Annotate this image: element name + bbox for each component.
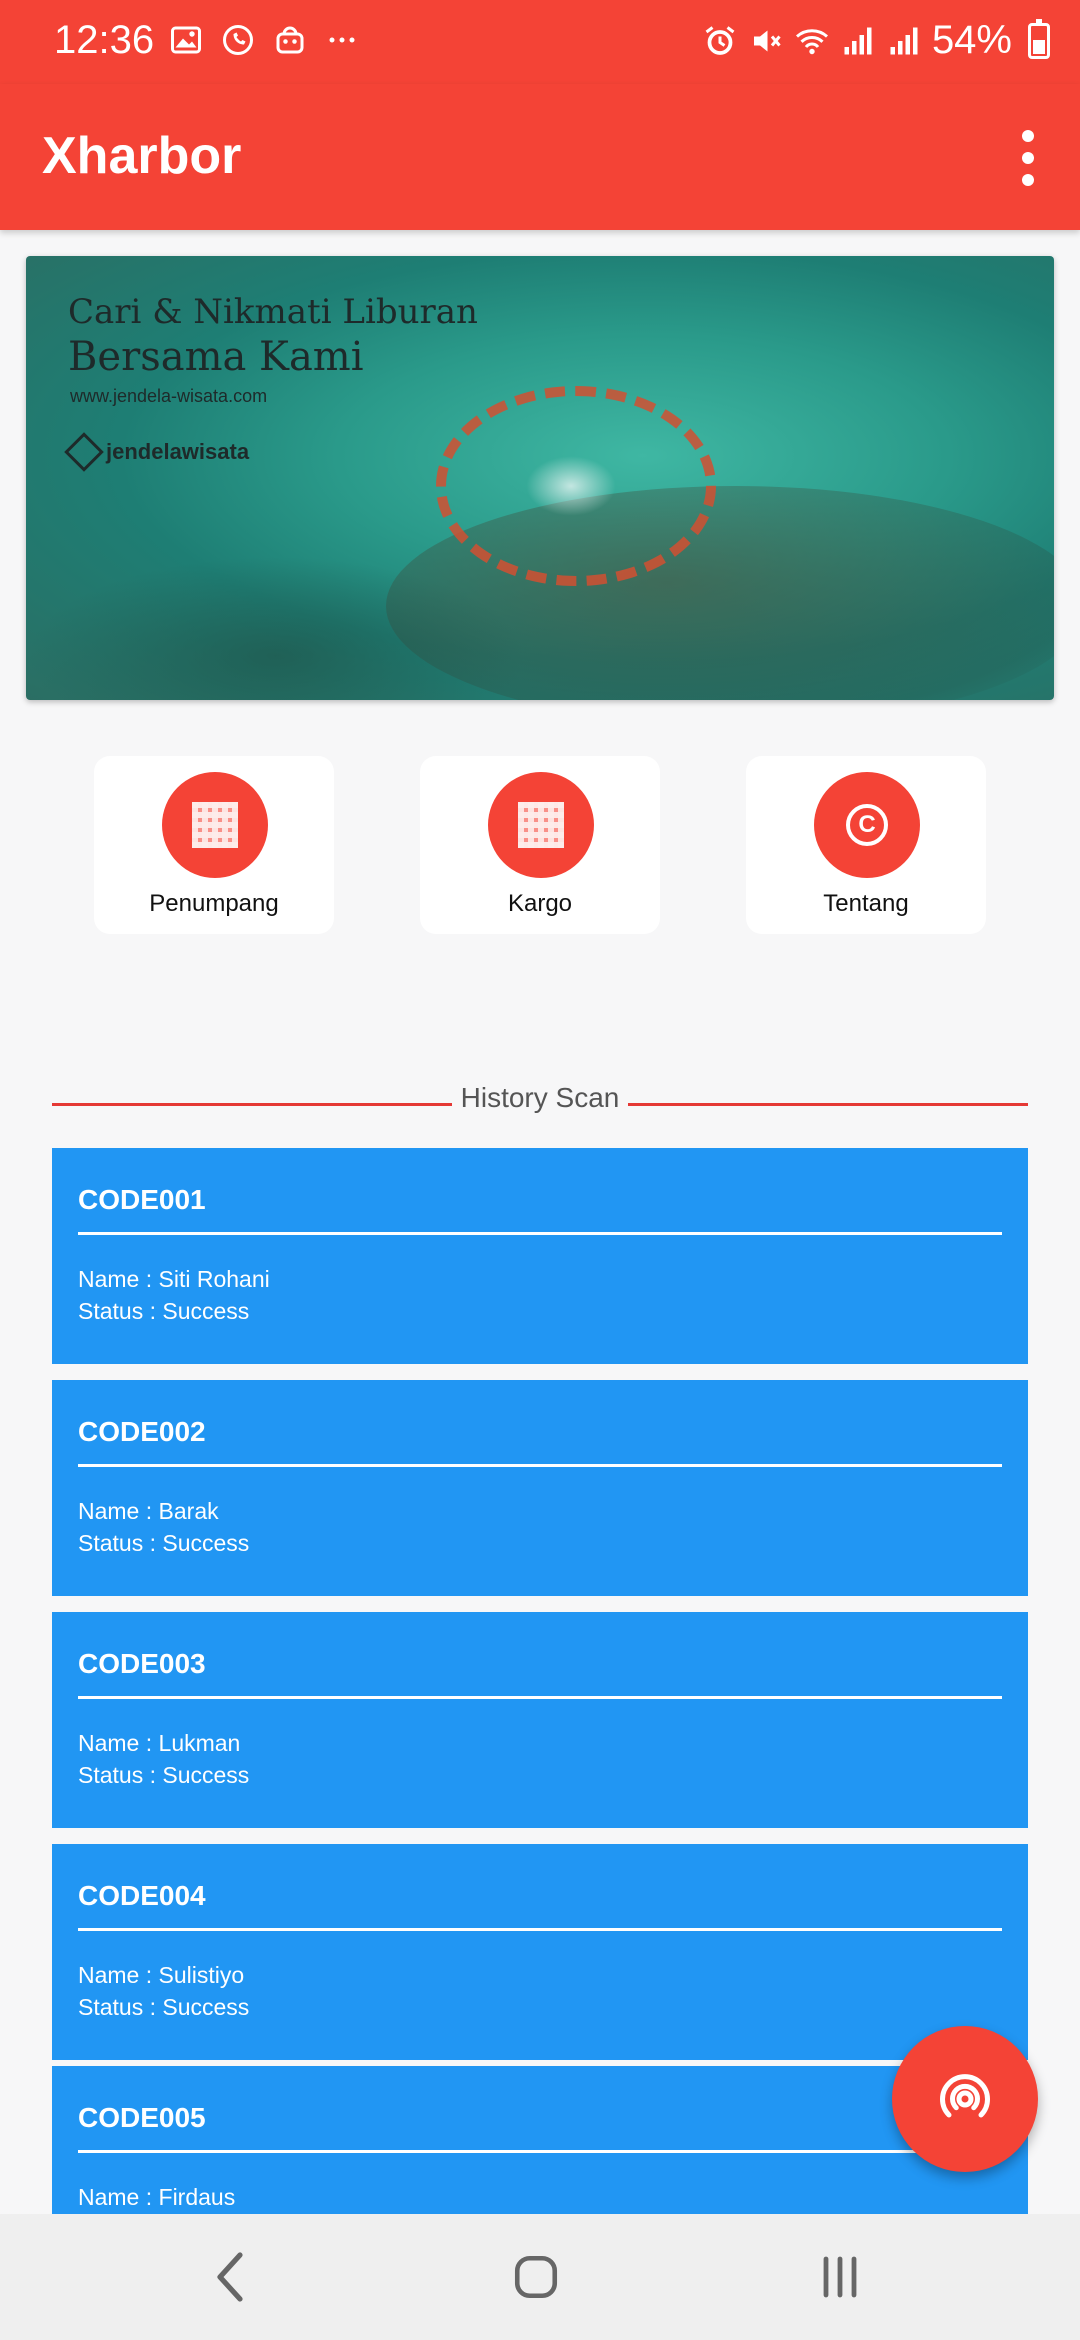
app-bar: Xharbor xyxy=(0,84,1080,230)
history-card[interactable]: CODE003 Name : Lukman Status : Success xyxy=(52,1612,1028,1828)
history-code: CODE004 xyxy=(78,1880,206,1911)
battery-icon xyxy=(1028,18,1050,59)
history-card[interactable]: CODE004 Name : Sulistiyo Status : Succes… xyxy=(52,1844,1028,2060)
history-code: CODE005 xyxy=(78,2102,206,2133)
banner-headline-2: Bersama Kami xyxy=(68,334,364,380)
menu-penumpang[interactable]: Penumpang xyxy=(94,756,334,934)
banner-url: www.jendela-wisata.com xyxy=(70,386,268,406)
history-card[interactable]: CODE002 Name : Barak Status : Success xyxy=(52,1380,1028,1596)
history-status: Status : Success xyxy=(78,1298,250,1324)
menu-label: Tentang xyxy=(823,890,909,917)
history-name: Name : Barak xyxy=(78,1498,219,1524)
promo-banner[interactable]: Cari & Nikmati Liburan Bersama Kami www.… xyxy=(26,256,1054,700)
logo-icon xyxy=(64,432,104,472)
history-status: Status : Success xyxy=(78,1994,250,2020)
battery-percent: 54% xyxy=(931,18,1012,62)
app-title: Xharbor xyxy=(42,127,242,185)
history-status: Status : Success xyxy=(78,1530,250,1556)
system-nav-bar xyxy=(0,2214,1080,2340)
history-status: Status : Success xyxy=(78,1762,250,1788)
history-code: CODE003 xyxy=(78,1648,206,1679)
scan-fab-button[interactable] xyxy=(892,2026,1038,2172)
divider xyxy=(78,1464,1002,1467)
more-dots-icon xyxy=(329,37,355,43)
signal-icon xyxy=(890,27,918,54)
divider xyxy=(78,1696,1002,1699)
history-title: History Scan xyxy=(460,1082,620,1113)
image-icon xyxy=(171,26,201,54)
history-card[interactable]: CODE001 Name : Siti Rohani Status : Succ… xyxy=(52,1148,1028,1364)
menu-tentang[interactable]: C Tentang xyxy=(746,756,986,934)
banner-logo-text: jendelawisata xyxy=(106,439,250,464)
status-time: 12:36 xyxy=(54,18,155,62)
menu-label: Penumpang xyxy=(149,890,279,917)
divider xyxy=(78,1928,1002,1931)
divider xyxy=(78,2150,1002,2153)
divider xyxy=(628,1103,1028,1106)
recents-icon[interactable] xyxy=(800,2242,880,2312)
alarm-icon xyxy=(705,25,735,55)
history-card[interactable]: CODE005 Name : Firdaus xyxy=(52,2066,1028,2214)
qr-code-icon xyxy=(518,802,564,848)
back-icon[interactable] xyxy=(192,2242,272,2312)
notification-icons xyxy=(168,22,360,58)
home-icon[interactable] xyxy=(496,2242,576,2312)
history-name: Name : Lukman xyxy=(78,1730,241,1756)
banner-headline-1: Cari & Nikmati Liburan xyxy=(68,292,478,332)
history-code: CODE002 xyxy=(78,1416,206,1447)
overflow-menu-icon[interactable] xyxy=(998,118,1058,198)
signal-icon xyxy=(844,27,872,54)
menu-label: Kargo xyxy=(507,890,573,917)
history-header: History Scan xyxy=(52,1078,1028,1128)
nfc-scan-icon xyxy=(940,2074,990,2118)
banner-logo: jendelawisata xyxy=(64,432,250,472)
history-name: Name : Sulistiyo xyxy=(78,1962,245,1988)
divider xyxy=(78,1232,1002,1235)
system-icons: 54% xyxy=(702,18,1050,63)
copyright-icon: C xyxy=(846,804,888,846)
whatsapp-icon xyxy=(223,25,253,55)
history-name: Name : Siti Rohani xyxy=(78,1266,270,1292)
history-code: CODE001 xyxy=(78,1184,206,1215)
shop-icon xyxy=(276,26,304,54)
menu-kargo[interactable]: Kargo xyxy=(420,756,660,934)
mute-icon xyxy=(753,30,781,51)
status-bar: 12:36 54% xyxy=(0,0,1080,84)
history-name: Name : Firdaus xyxy=(78,2184,236,2210)
qr-code-icon xyxy=(192,802,238,848)
wifi-icon xyxy=(795,28,828,54)
